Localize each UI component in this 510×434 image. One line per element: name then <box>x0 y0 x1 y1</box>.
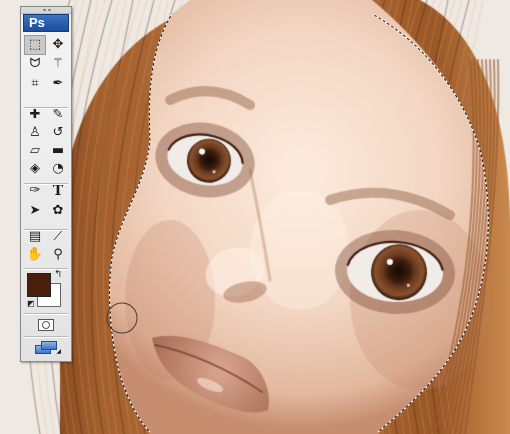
selection-outline[interactable] <box>108 13 489 433</box>
screen-mode-button[interactable]: ◢ <box>35 341 61 355</box>
crop-icon[interactable]: ⌗ <box>24 74 46 94</box>
lasso-icon[interactable]: ᗢ <box>24 54 46 74</box>
history-brush-icon[interactable]: ↺ <box>47 123 69 143</box>
eraser-icon[interactable]: ▱ <box>24 141 46 161</box>
magic-wand-icon[interactable]: ⚚ <box>47 54 69 74</box>
default-colors-icon[interactable]: ◩ <box>27 299 36 308</box>
ps-logo: Ps <box>23 14 69 32</box>
zoom-icon[interactable]: ⚲ <box>47 245 69 265</box>
swap-colors-icon[interactable]: ↰ <box>54 269 62 280</box>
rect-marquee-icon[interactable]: ⬚ <box>24 35 46 55</box>
hand-icon[interactable]: ✋ <box>24 245 46 265</box>
panel-grip[interactable] <box>21 7 71 14</box>
eyedropper-slice-icon[interactable]: ✒ <box>47 74 69 94</box>
foreground-color-swatch[interactable] <box>27 273 51 297</box>
path-select-icon[interactable]: ➤ <box>24 201 46 221</box>
custom-shape-icon[interactable]: ✿ <box>47 201 69 221</box>
document-overlay <box>106 13 489 433</box>
tools-panel[interactable]: Ps ⬚ ✥ ᗢ ⚚ ⌗ ✒ ✚ ✎ ♙ ↺ ▱ ▬ ◈ ◔ ✑ T ➤ ✿ ▤ ⟋ ✋ ⚲ ↰ ◩ ◢ <box>20 6 72 362</box>
move-icon[interactable]: ✥ <box>47 35 69 55</box>
blur-icon[interactable]: ◈ <box>24 159 46 179</box>
quick-mask-button[interactable] <box>38 319 54 331</box>
dodge-icon[interactable]: ◔ <box>47 159 69 179</box>
clone-stamp-icon[interactable]: ♙ <box>24 123 46 143</box>
gradient-icon[interactable]: ▬ <box>47 141 69 161</box>
brush-cursor <box>106 302 138 334</box>
